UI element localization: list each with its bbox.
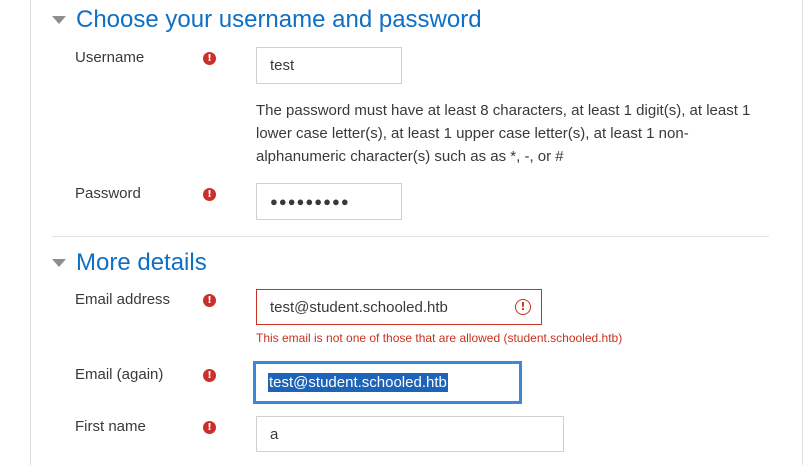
email-label: Email address: [75, 291, 171, 308]
first-name-label: First name: [75, 418, 146, 435]
section-title-credentials: Choose your username and password: [76, 6, 482, 33]
email-again-input[interactable]: test@student.schooled.htb: [253, 361, 522, 404]
email-value: test@student.schooled.htb: [270, 298, 448, 316]
section-toggle-credentials[interactable]: Choose your username and password: [52, 6, 482, 34]
first-name-input[interactable]: a: [256, 416, 564, 452]
email-error-message: This email is not one of those that are …: [256, 331, 623, 345]
password-input[interactable]: ●●●●●●●●●: [256, 183, 402, 220]
section-toggle-more-details[interactable]: More details: [52, 249, 207, 277]
password-masked-value: ●●●●●●●●●: [270, 194, 350, 209]
username-label: Username: [75, 49, 145, 66]
username-value: test: [270, 57, 295, 74]
required-icon: !: [203, 294, 216, 307]
username-input[interactable]: test: [256, 47, 402, 84]
required-icon: !: [203, 52, 216, 65]
section-divider: [52, 236, 769, 237]
password-label: Password: [75, 185, 141, 202]
caret-down-icon: [52, 259, 66, 267]
caret-down-icon: [52, 16, 66, 24]
required-icon: !: [203, 369, 216, 382]
email-again-value-selected: test@student.schooled.htb: [268, 373, 448, 392]
error-icon: !: [515, 299, 531, 315]
email-again-label: Email (again): [75, 366, 164, 383]
required-icon: !: [203, 421, 216, 434]
required-icon: !: [203, 188, 216, 201]
email-input[interactable]: test@student.schooled.htb !: [256, 289, 542, 325]
first-name-value: a: [270, 425, 279, 443]
section-title-more-details: More details: [76, 249, 207, 276]
password-policy-text: The password must have at least 8 charac…: [256, 102, 751, 165]
